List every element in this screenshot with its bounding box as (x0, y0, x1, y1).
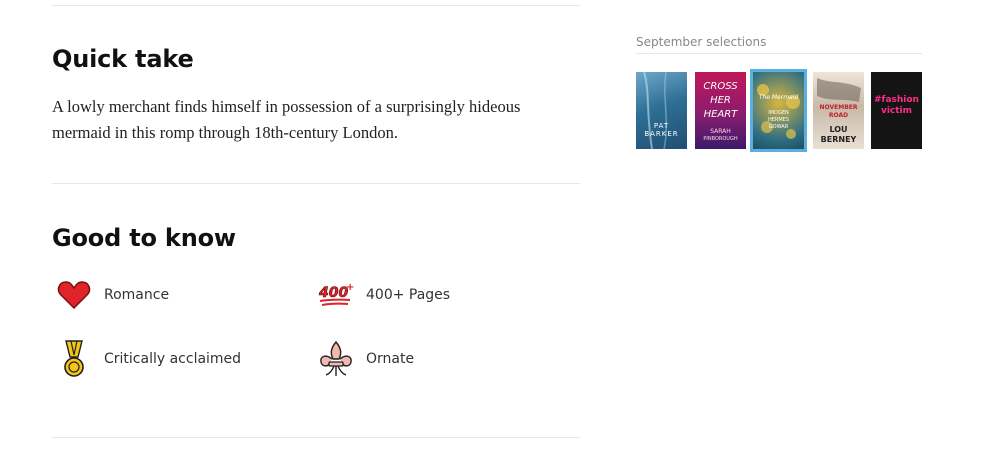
feature-label: Romance (104, 287, 170, 303)
feature-romance: Romance (55, 276, 169, 314)
cover-text: BARKER (644, 130, 679, 138)
september-selections-title: September selections (636, 35, 767, 49)
cover-text: CROSS (703, 81, 738, 92)
cover-text: GOWAR (768, 124, 789, 130)
cover-text: SARAH (710, 128, 731, 135)
medal-icon (55, 340, 93, 378)
quick-take-heading: Quick take (52, 45, 194, 73)
fleur-de-lis-icon (317, 340, 355, 378)
svg-text:400: 400 (318, 285, 348, 301)
cover-text: ROAD (828, 112, 849, 119)
cover-text: PAT (653, 122, 670, 130)
quick-take-text: A lowly merchant finds himself in posses… (52, 97, 521, 142)
divider-middle (52, 183, 580, 184)
hundred-points-icon: 400 + (317, 276, 355, 314)
feature-label: 400+ Pages (366, 287, 451, 303)
cover-text: PINBOROUGH (703, 136, 738, 142)
feature-label: Critically acclaimed (104, 351, 242, 367)
cover-text: LOU (829, 125, 848, 134)
cover-text: HEART (703, 109, 738, 120)
book-cover-selected[interactable]: The Mermaid IMOGEN HERMES GOWAR (750, 69, 807, 152)
sidebar-divider (636, 53, 922, 54)
svg-text:+: + (346, 282, 354, 293)
divider-bottom (52, 437, 580, 438)
cover-text: HER (710, 95, 731, 106)
heart-icon (55, 276, 93, 314)
book-cover[interactable]: PAT BARKER (636, 72, 687, 149)
feature-critically-acclaimed: Critically acclaimed (55, 340, 241, 378)
book-cover[interactable]: #fashion victim (871, 72, 922, 149)
cover-text: The Mermaid (758, 94, 799, 101)
cover-text: HERMES (767, 117, 790, 123)
good-to-know-heading: Good to know (52, 224, 236, 252)
cover-text: NOVEMBER (819, 104, 858, 111)
feature-label: Ornate (366, 351, 415, 367)
cover-text: BERNEY (820, 135, 857, 144)
book-selection-list: PAT BARKER CROSS HER HEART SARAH PINBORO… (636, 69, 926, 152)
book-cover[interactable]: NOVEMBER ROAD LOU BERNEY (813, 72, 864, 149)
feature-page-count: 400 + 400+ Pages (317, 276, 450, 314)
cover-text: IMOGEN (768, 110, 789, 116)
divider-top (52, 5, 580, 6)
feature-ornate: Ornate (317, 340, 414, 378)
book-cover[interactable]: CROSS HER HEART SARAH PINBOROUGH (695, 72, 746, 149)
cover-text: #fashion (874, 95, 919, 105)
cover-text: victim (880, 106, 913, 116)
